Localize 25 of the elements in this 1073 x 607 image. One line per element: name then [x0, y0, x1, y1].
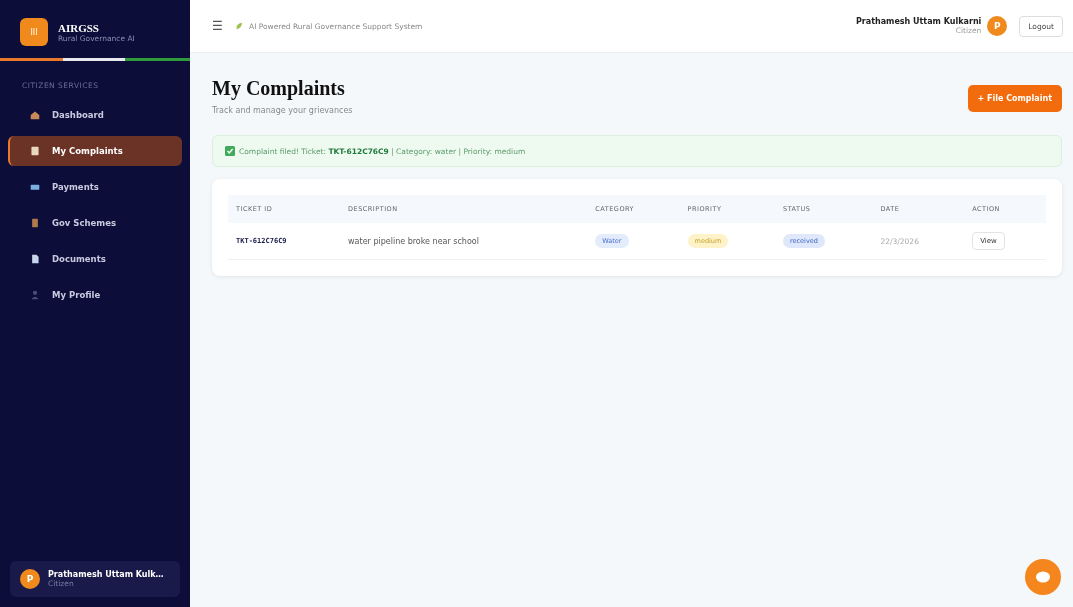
user-avatar: P [987, 16, 1008, 36]
menu-button[interactable]: ☰ [212, 19, 223, 33]
user-avatar: P [20, 569, 40, 589]
sidebar-item[interactable]: My Complaints [8, 136, 182, 166]
page-subtitle: Track and manage your grievances [212, 106, 353, 115]
card-icon [30, 182, 40, 192]
book-icon [30, 218, 40, 228]
user-name: Prathamesh Uttam Kulkarni [855, 17, 982, 26]
document-icon [30, 254, 40, 264]
person-icon [30, 290, 40, 300]
house-icon [30, 110, 40, 120]
sidebar-item[interactable]: Documents [8, 244, 182, 274]
user-name: Prathamesh Uttam Kulk… [48, 570, 164, 579]
logo-icon: III [20, 18, 48, 46]
description-cell: water pipeline broke near school [348, 236, 479, 246]
sidebar-item[interactable]: My Profile [8, 280, 182, 310]
chat-button[interactable] [1025, 559, 1061, 595]
sidebar-item[interactable]: Payments [8, 172, 182, 202]
clipboard-icon [30, 146, 40, 156]
sidebar-item[interactable]: Dashboard [8, 100, 182, 130]
page-title: My Complaints [212, 77, 346, 100]
leaf-icon [235, 22, 243, 30]
check-icon [225, 146, 235, 156]
sidebar-item[interactable]: Gov Schemes [8, 208, 182, 238]
brand-name: AIRGSS [58, 21, 100, 34]
